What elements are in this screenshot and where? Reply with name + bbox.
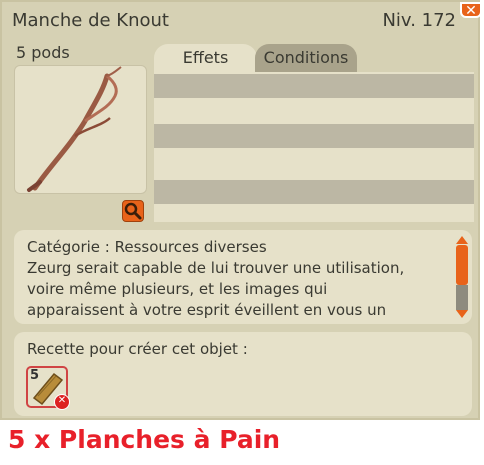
effects-list	[154, 72, 474, 222]
tab-conditions[interactable]: Conditions	[255, 44, 357, 72]
item-level: Niv. 172	[382, 10, 456, 31]
recipe-label: Recette pour créer cet objet :	[27, 340, 248, 358]
close-button[interactable]: ✕	[460, 2, 482, 19]
scroll-up-arrow[interactable]	[456, 236, 468, 244]
zoom-button[interactable]	[122, 200, 144, 222]
scroll-rail[interactable]	[456, 285, 468, 310]
description-box: Catégorie : Ressources diverses Zeurg se…	[14, 230, 472, 324]
effects-row	[154, 124, 474, 148]
item-title: Manche de Knout	[12, 10, 169, 31]
ingredient-quantity: 5	[30, 368, 40, 383]
missing-ingredient-icon: ✕	[54, 394, 70, 410]
item-window: Manche de Knout Niv. 172 ✕ 5 pods Effets…	[0, 0, 482, 420]
ingredient-slot[interactable]: 5 ✕	[26, 366, 70, 410]
caption-text: 5 x Planches à Pain	[8, 425, 281, 454]
item-image-frame	[14, 65, 147, 194]
description-scrollbar[interactable]	[456, 236, 468, 318]
recipe-box: Recette pour créer cet objet : 5 ✕	[14, 332, 472, 416]
effects-row	[154, 180, 474, 204]
tab-effets[interactable]: Effets	[154, 44, 257, 72]
scroll-down-arrow[interactable]	[456, 310, 468, 318]
knout-handle-icon	[27, 66, 122, 192]
description-text: Catégorie : Ressources diverses Zeurg se…	[27, 238, 405, 319]
effects-row	[154, 74, 474, 98]
item-weight: 5 pods	[16, 43, 70, 62]
magnifier-icon	[124, 202, 142, 220]
scroll-thumb[interactable]	[456, 245, 468, 285]
